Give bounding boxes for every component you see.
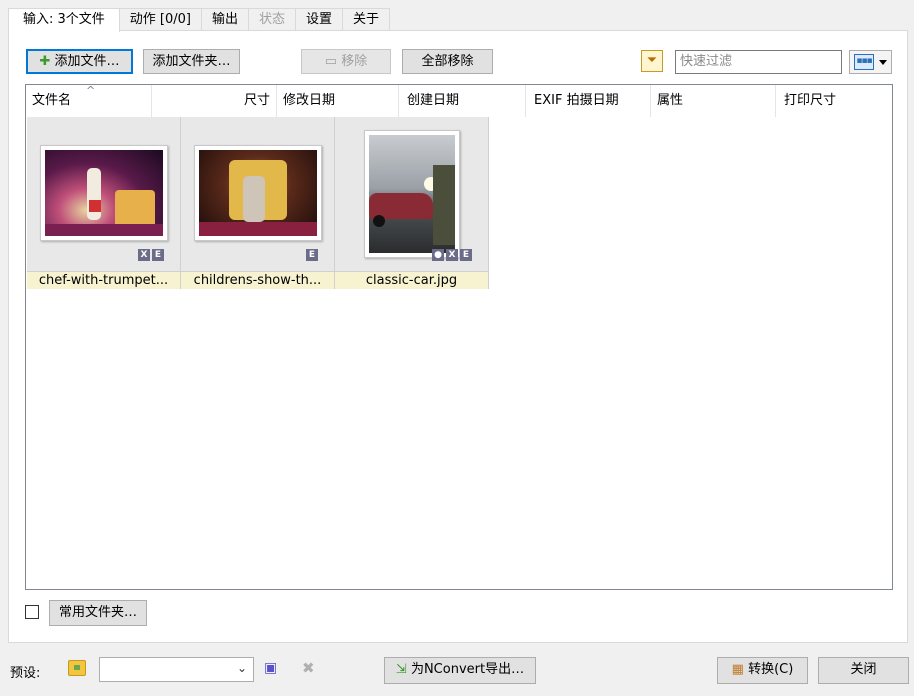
column-exif-date[interactable]: EXIF 拍摄日期 [526,85,651,117]
remove-button[interactable]: ▭ 移除 [301,49,391,74]
tab-bar: 输入: 3个文件 动作 [0/0] 输出 状态 设置 关于 [8,8,391,32]
add-folder-button[interactable]: 添加文件夹… [143,49,240,74]
delete-icon[interactable]: ✖ [302,659,315,677]
exif-x-icon: X [138,249,150,261]
tab-settings[interactable]: 设置 [296,8,344,31]
thumbnail-frame [364,130,460,258]
file-name: classic-car.jpg [335,271,488,289]
metadata-badges: ● X E [432,249,472,261]
export-nconvert-button[interactable]: ⇲ 为NConvert导出… [384,657,536,684]
export-label: 为NConvert导出… [410,662,525,677]
exif-e-icon: E [152,249,164,261]
thumbnail-image [369,135,455,253]
favorites-button[interactable]: 常用文件夹… [49,600,147,626]
thumbnail-frame [194,145,322,241]
chevron-down-icon: ⌄ [236,661,247,675]
add-files-button[interactable]: ✚ 添加文件… [26,49,133,74]
preset-label: 预设: [10,666,41,681]
quick-filter-input[interactable]: 快速过滤 [675,50,842,74]
convert-icon: ▦ [731,662,744,677]
column-print-size[interactable]: 打印尺寸 [776,85,892,117]
favorites-checkbox[interactable] [25,605,39,619]
remove-label: 移除 [341,54,368,69]
location-pin-icon: ● [432,249,444,261]
input-panel: ✚ 添加文件… 添加文件夹… ▭ 移除 全部移除 ⏷ 快速过滤 ▪▪▪ 文件名 … [8,30,908,643]
thumbnail-view-icon: ▪▪▪ [854,54,874,70]
column-size[interactable]: 尺寸 [152,85,277,117]
filter-icon[interactable]: ⏷ [641,50,663,72]
sort-ascending-icon: ^ [86,84,96,97]
view-mode-button[interactable]: ▪▪▪ [849,50,892,74]
metadata-badges: X E [138,249,164,261]
column-created[interactable]: 创建日期 [399,85,526,117]
chevron-down-icon [879,60,887,65]
file-item[interactable]: E childrens-show-th... [181,117,335,289]
folder-icon[interactable] [68,660,86,676]
export-icon: ⇲ [395,662,407,677]
column-attributes[interactable]: 属性 [651,85,776,117]
exif-e-icon: E [460,249,472,261]
thumbnail-image [45,150,163,236]
file-item[interactable]: X E chef-with-trumpet... [27,117,181,289]
plus-icon: ✚ [39,54,51,69]
tab-status[interactable]: 状态 [249,8,297,31]
tab-output[interactable]: 输出 [202,8,250,31]
convert-label: 转换(C) [748,662,794,677]
file-name: chef-with-trumpet... [27,271,180,289]
convert-button[interactable]: ▦ 转换(C) [717,657,808,684]
minus-icon: ▭ [324,54,338,69]
file-list[interactable]: 文件名 ^ 尺寸 修改日期 创建日期 EXIF 拍摄日期 属性 打印尺寸 X E… [25,84,893,590]
thumbnail-frame [40,145,168,241]
exif-e-icon: E [306,249,318,261]
tab-about[interactable]: 关于 [343,8,391,31]
exif-x-icon: X [446,249,458,261]
tab-input[interactable]: 输入: 3个文件 [8,8,120,32]
metadata-badges: E [306,249,318,261]
file-name: childrens-show-th... [181,271,334,289]
remove-all-button[interactable]: 全部移除 [402,49,493,74]
save-icon[interactable]: ▣ [264,660,277,676]
close-button[interactable]: 关闭 [818,657,909,684]
column-modified[interactable]: 修改日期 [277,85,399,117]
add-files-label: 添加文件… [54,54,120,69]
column-filename[interactable]: 文件名 ^ [26,85,152,117]
tab-actions[interactable]: 动作 [0/0] [119,8,202,31]
thumbnail-image [199,150,317,236]
preset-combo[interactable]: ⌄ [99,657,254,682]
list-header: 文件名 ^ 尺寸 修改日期 创建日期 EXIF 拍摄日期 属性 打印尺寸 [26,85,892,117]
file-item[interactable]: ● X E classic-car.jpg [335,117,489,289]
column-filename-label: 文件名 [32,93,72,108]
